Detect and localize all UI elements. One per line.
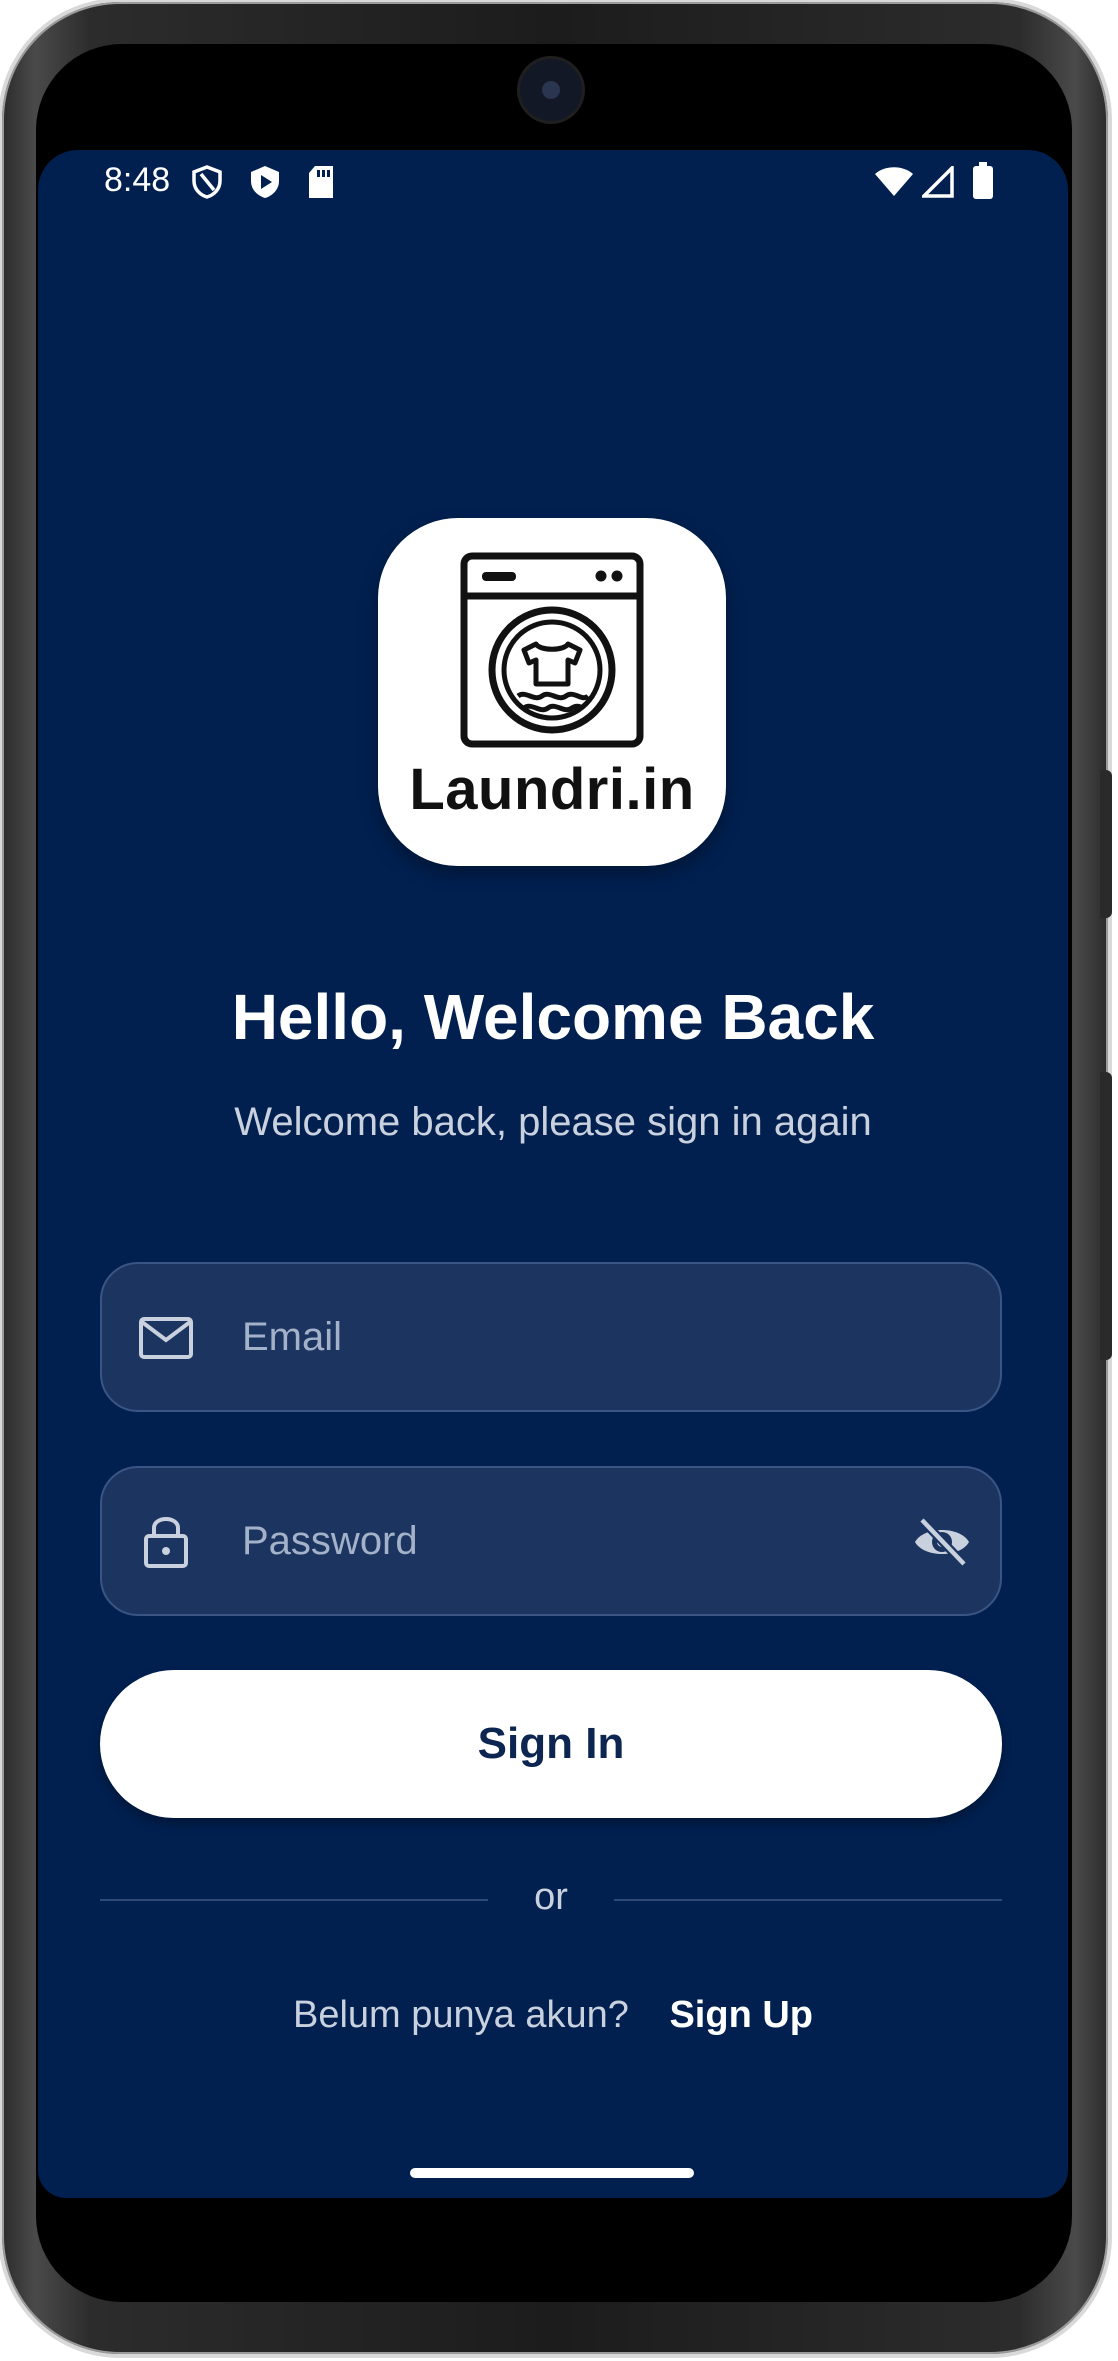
eye-off-icon[interactable] xyxy=(912,1516,972,1573)
sd-card-icon xyxy=(306,164,336,205)
washing-machine-icon xyxy=(460,552,644,748)
battery-icon xyxy=(972,162,994,205)
password-input[interactable] xyxy=(242,1468,862,1614)
shield-play-icon xyxy=(248,164,282,205)
volume-button xyxy=(1100,770,1112,918)
status-bar: 8:48 xyxy=(38,150,1068,214)
email-input[interactable] xyxy=(242,1264,862,1410)
page-title: Hello, Welcome Back xyxy=(231,981,875,1053)
signup-row: Belum punya akun? Sign Up xyxy=(38,1994,1068,2037)
mail-icon xyxy=(138,1314,194,1367)
power-button xyxy=(1100,1072,1112,1360)
sign-in-button[interactable]: Sign In xyxy=(100,1670,1002,1818)
login-screen: 8:48 Laundri.in Hello, Welcome Back Welc… xyxy=(38,150,1068,2198)
signal-icon xyxy=(919,163,954,203)
front-camera xyxy=(520,59,582,121)
status-time: 8:48 xyxy=(104,161,171,199)
divider-left xyxy=(100,1899,488,1901)
password-field[interactable] xyxy=(100,1466,1002,1616)
page-subtitle: Welcome back, please sign in again xyxy=(234,1100,872,1144)
shield-outline-icon xyxy=(190,164,224,205)
home-indicator[interactable] xyxy=(410,2168,694,2178)
phone-frame: 8:48 Laundri.in Hello, Welcome Back Welc… xyxy=(2,2,1112,2354)
lock-icon xyxy=(142,1512,190,1575)
divider-text: or xyxy=(534,1876,568,1918)
wifi-icon xyxy=(874,164,914,203)
app-logo: Laundri.in xyxy=(378,518,726,866)
sign-up-link[interactable]: Sign Up xyxy=(669,1994,813,2036)
divider-right xyxy=(614,1899,1002,1901)
logo-text: Laundri.in xyxy=(409,757,695,822)
email-field[interactable] xyxy=(100,1262,1002,1412)
signup-prompt: Belum punya akun? xyxy=(292,1994,629,2036)
